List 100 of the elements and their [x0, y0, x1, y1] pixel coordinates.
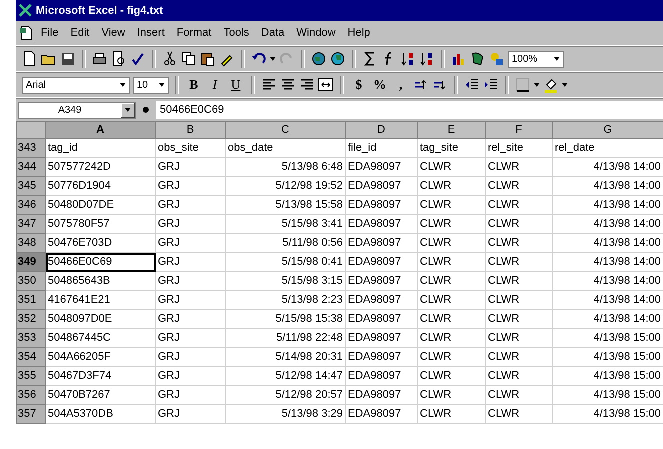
- column-header[interactable]: B: [156, 122, 226, 138]
- table-cell: CLWR: [486, 366, 552, 386]
- scissors-icon[interactable]: [162, 51, 178, 67]
- spellcheck-icon[interactable]: [130, 51, 146, 67]
- menu-item[interactable]: Tools: [218, 27, 254, 39]
- format-button[interactable]: U: [227, 76, 245, 94]
- table-cell: CLWR: [418, 386, 486, 404]
- table-cell: 5/13/98 6:48: [226, 158, 346, 176]
- table-cell: GRJ: [156, 386, 226, 404]
- row-header[interactable]: 354: [16, 348, 46, 366]
- new-document-icon[interactable]: [22, 51, 38, 67]
- sort-descending-icon[interactable]: [419, 51, 435, 67]
- globe-icon[interactable]: [311, 51, 327, 67]
- table-cell: 50476E703D: [46, 234, 156, 252]
- table-cell: 504A66205F: [46, 348, 156, 366]
- font-field[interactable]: Arial: [22, 76, 130, 94]
- column-header[interactable]: A: [46, 122, 156, 138]
- table-cell: EDA98097: [346, 366, 418, 386]
- align-right-icon[interactable]: [299, 77, 315, 93]
- row-header[interactable]: 353: [16, 328, 46, 348]
- font-size-field[interactable]: 10: [133, 76, 169, 94]
- number-format-button[interactable]: ,: [392, 76, 410, 94]
- table-cell: GRJ: [156, 310, 226, 328]
- table-cell: EDA98097: [346, 404, 418, 424]
- row-header[interactable]: 357: [16, 404, 46, 424]
- table-cell: 5075780F57: [46, 214, 156, 234]
- table-cell: CLWR: [486, 252, 552, 272]
- number-format-button[interactable]: %: [371, 76, 389, 94]
- format-button[interactable]: I: [206, 76, 224, 94]
- bar-chart-icon[interactable]: [451, 51, 467, 67]
- table-cell: 50466E0C69: [46, 252, 156, 272]
- table-cell: 4167641E21: [46, 290, 156, 310]
- table-cell: 5/15/98 0:41: [226, 252, 346, 272]
- print-preview-icon[interactable]: [111, 51, 127, 67]
- row-header[interactable]: 345: [16, 176, 46, 196]
- dropdown-arrow-icon[interactable]: [159, 83, 165, 87]
- row-header[interactable]: 348: [16, 234, 46, 252]
- format-button[interactable]: B: [185, 76, 203, 94]
- align-center-icon[interactable]: [280, 77, 296, 93]
- copy-icon[interactable]: [181, 51, 197, 67]
- row-header[interactable]: 343: [16, 138, 46, 158]
- fill-color-icon[interactable]: [543, 77, 559, 93]
- menu-item[interactable]: View: [96, 27, 130, 39]
- row-header[interactable]: 356: [16, 386, 46, 404]
- table-cell: obs_site: [156, 138, 226, 158]
- merge-center-icon[interactable]: [318, 77, 334, 93]
- table-cell: 5/12/98 20:57: [226, 386, 346, 404]
- menu-item[interactable]: Insert: [132, 27, 170, 39]
- column-header[interactable]: D: [346, 122, 418, 138]
- column-header[interactable]: G: [552, 122, 663, 138]
- menu-item[interactable]: Data: [256, 27, 290, 39]
- dropdown-arrow-icon[interactable]: [120, 83, 126, 87]
- menu-item[interactable]: Edit: [66, 27, 95, 39]
- table-cell: CLWR: [418, 234, 486, 252]
- row-header[interactable]: 349: [16, 252, 46, 272]
- app-logo-icon: [19, 4, 32, 17]
- table-cell: 5/15/98 15:38: [226, 310, 346, 328]
- row-header[interactable]: 344: [16, 158, 46, 176]
- column-header[interactable]: E: [418, 122, 486, 138]
- borders-icon[interactable]: [515, 77, 531, 93]
- sort-ascending-icon[interactable]: [400, 51, 416, 67]
- row-header[interactable]: 347: [16, 214, 46, 234]
- menu-item[interactable]: File: [36, 27, 64, 39]
- row-header[interactable]: 355: [16, 366, 46, 386]
- number-format-button[interactable]: $: [350, 76, 368, 94]
- printer-icon[interactable]: [92, 51, 108, 67]
- menu-item[interactable]: Help: [342, 27, 376, 39]
- row-header[interactable]: 352: [16, 310, 46, 328]
- row-header[interactable]: 350: [16, 272, 46, 290]
- menu-item[interactable]: Format: [172, 27, 217, 39]
- table-cell: EDA98097: [346, 214, 418, 234]
- align-left-icon[interactable]: [261, 77, 277, 93]
- row-header[interactable]: 346: [16, 196, 46, 214]
- document-icon[interactable]: [20, 26, 34, 40]
- table-cell: GRJ: [156, 252, 226, 272]
- table-cell: CLWR: [418, 176, 486, 196]
- map-icon[interactable]: [470, 51, 486, 67]
- column-header[interactable]: C: [226, 122, 346, 138]
- name-box[interactable]: A349: [18, 102, 136, 118]
- table-cell: GRJ: [156, 328, 226, 348]
- menu-item[interactable]: Window: [292, 27, 341, 39]
- table-cell: GRJ: [156, 196, 226, 214]
- table-cell: CLWR: [486, 290, 552, 310]
- table-cell: CLWR: [418, 348, 486, 366]
- save-icon[interactable]: [60, 51, 76, 67]
- column-header[interactable]: F: [486, 122, 552, 138]
- dropdown-arrow-icon[interactable]: [534, 83, 540, 87]
- row-header[interactable]: 351: [16, 290, 46, 310]
- dropdown-arrow-icon[interactable]: [554, 57, 560, 61]
- dropdown-arrow-icon[interactable]: [562, 83, 568, 87]
- formula-field[interactable]: 50466E0C69: [156, 101, 663, 119]
- table-cell: CLWR: [486, 348, 552, 366]
- globe-icon[interactable]: [330, 51, 346, 67]
- dropdown-arrow-icon[interactable]: [125, 108, 131, 112]
- dropdown-arrow-icon[interactable]: [270, 57, 276, 61]
- table-cell: 5/14/98 20:31: [226, 348, 346, 366]
- table-cell: 5/13/98 3:29: [226, 404, 346, 424]
- paste-icon[interactable]: [200, 51, 216, 67]
- zoom-field[interactable]: 100%: [508, 50, 564, 68]
- table-cell: EDA98097: [346, 348, 418, 366]
